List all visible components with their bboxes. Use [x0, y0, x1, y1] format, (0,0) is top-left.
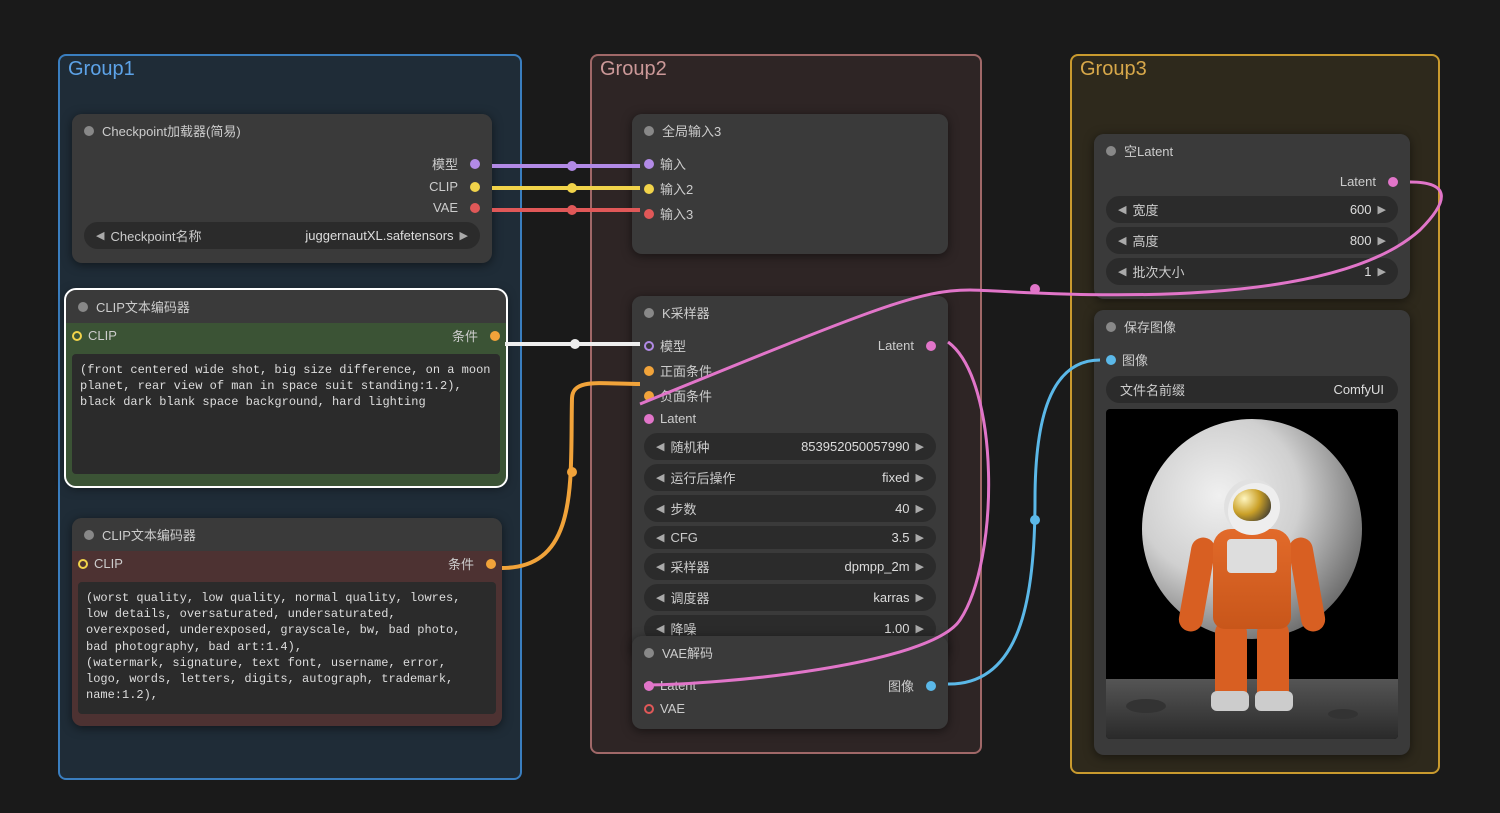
port-input-1[interactable]	[644, 159, 654, 169]
widget-seed[interactable]: ◀随机种853952050057990▶	[644, 433, 936, 460]
node-clip-text-encode-negative[interactable]: CLIP文本编码器 CLIP 条件 (worst quality, low qu…	[72, 518, 502, 726]
node-title: 全局输入3	[662, 121, 721, 140]
port-clip-in[interactable]	[72, 331, 82, 341]
collapse-icon[interactable]	[84, 530, 94, 540]
port-latent-in[interactable]	[644, 681, 654, 691]
widget-control-after[interactable]: ◀运行后操作fixed▶	[644, 464, 936, 491]
widget-height[interactable]: ◀高度800▶	[1106, 227, 1398, 254]
node-clip-text-encode-positive[interactable]: CLIP文本编码器 CLIP 条件 (front centered wide s…	[66, 290, 506, 486]
port-model-in[interactable]	[644, 341, 654, 351]
widget-batch[interactable]: ◀批次大小1▶	[1106, 258, 1398, 285]
widget-filename-prefix[interactable]: 文件名前缀 ComfyUI	[1106, 376, 1398, 403]
collapse-icon[interactable]	[84, 126, 94, 136]
port-image-in[interactable]	[1106, 355, 1116, 365]
node-title: K采样器	[662, 303, 710, 322]
widget-width[interactable]: ◀宽度600▶	[1106, 196, 1398, 223]
port-model-out[interactable]	[470, 159, 480, 169]
prompt-textarea[interactable]: (front centered wide shot, big size diff…	[72, 354, 500, 474]
port-latent-out[interactable]	[926, 341, 936, 351]
port-image-out[interactable]	[926, 681, 936, 691]
widget-checkpoint-name[interactable]: ◀ Checkpoint名称 juggernautXL.safetensors …	[84, 222, 480, 249]
group-title: Group2	[600, 58, 667, 81]
collapse-icon[interactable]	[644, 126, 654, 136]
collapse-icon[interactable]	[644, 648, 654, 658]
port-input-2[interactable]	[644, 184, 654, 194]
chevron-right-icon[interactable]: ▶	[458, 229, 470, 242]
widget-cfg[interactable]: ◀CFG3.5▶	[644, 526, 936, 549]
node-title: CLIP文本编码器	[96, 297, 190, 316]
port-negative-in[interactable]	[644, 391, 654, 401]
widget-sampler[interactable]: ◀采样器dpmpp_2m▶	[644, 553, 936, 580]
group-title: Group3	[1080, 58, 1147, 81]
node-title: VAE解码	[662, 643, 713, 662]
collapse-icon[interactable]	[78, 302, 88, 312]
node-ksampler[interactable]: K采样器 模型 Latent 正面条件 负面条件 Latent ◀随机种8539…	[632, 296, 948, 656]
node-empty-latent[interactable]: 空Latent Latent ◀宽度600▶ ◀高度800▶ ◀批次大小1▶	[1094, 134, 1410, 299]
port-latent-in[interactable]	[644, 414, 654, 424]
group-title: Group1	[68, 58, 135, 81]
node-title: 保存图像	[1124, 317, 1176, 336]
output-image-preview[interactable]	[1106, 409, 1398, 739]
port-vae-out[interactable]	[470, 203, 480, 213]
port-input-3[interactable]	[644, 209, 654, 219]
node-canvas[interactable]: Group1 Group2 Group3 Checkpoint加载器(简易) 模…	[0, 0, 1500, 813]
prompt-textarea[interactable]: (worst quality, low quality, normal qual…	[78, 582, 496, 714]
widget-steps[interactable]: ◀步数40▶	[644, 495, 936, 522]
node-title: Checkpoint加载器(简易)	[102, 121, 241, 140]
node-global-input[interactable]: 全局输入3 输入 输入2 输入3	[632, 114, 948, 254]
port-cond-out[interactable]	[486, 559, 496, 569]
node-vae-decode[interactable]: VAE解码 Latent 图像 VAE	[632, 636, 948, 729]
port-cond-out[interactable]	[490, 331, 500, 341]
collapse-icon[interactable]	[644, 308, 654, 318]
port-positive-in[interactable]	[644, 366, 654, 376]
node-save-image[interactable]: 保存图像 图像 文件名前缀 ComfyUI	[1094, 310, 1410, 755]
collapse-icon[interactable]	[1106, 146, 1116, 156]
widget-scheduler[interactable]: ◀调度器karras▶	[644, 584, 936, 611]
collapse-icon[interactable]	[1106, 322, 1116, 332]
chevron-left-icon[interactable]: ◀	[94, 229, 106, 242]
port-vae-in[interactable]	[644, 704, 654, 714]
port-clip-out[interactable]	[470, 182, 480, 192]
node-checkpoint-loader[interactable]: Checkpoint加载器(简易) 模型 CLIP VAE ◀ Checkpoi…	[72, 114, 492, 263]
port-latent-out[interactable]	[1388, 177, 1398, 187]
node-title: 空Latent	[1124, 141, 1173, 160]
node-title: CLIP文本编码器	[102, 525, 196, 544]
port-clip-in[interactable]	[78, 559, 88, 569]
